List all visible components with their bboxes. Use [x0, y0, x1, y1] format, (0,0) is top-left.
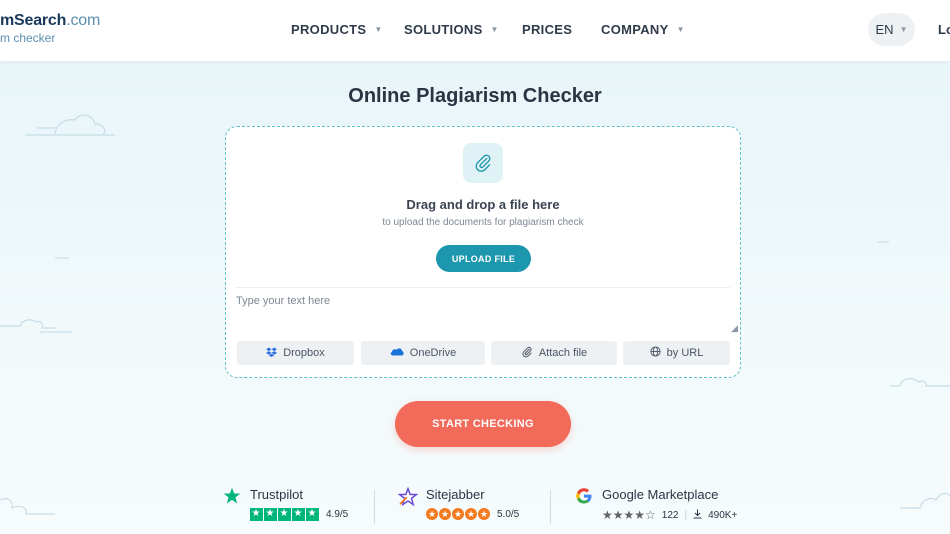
divider: |	[684, 509, 688, 521]
file-dropzone[interactable]: Drag and drop a file here to upload the …	[225, 126, 741, 378]
cloud-decoration	[900, 492, 950, 509]
sitejabber-rating[interactable]: Sitejabber ★ ★ ★ ★ ★ 5.0/5	[397, 486, 520, 520]
onedrive-button[interactable]: OneDrive	[361, 341, 485, 365]
trustpilot-star-icon	[223, 487, 241, 510]
cloud-decoration	[890, 377, 950, 387]
paperclip-icon	[463, 143, 503, 183]
text-input[interactable]	[236, 295, 730, 335]
globe-icon	[650, 346, 661, 360]
chevron-down-icon: ▼	[676, 25, 685, 34]
top-navbar: mSearch.com m checker PRODUCTS ▼ SOLUTIO…	[0, 0, 950, 61]
divider	[236, 287, 730, 288]
nav-prices[interactable]: PRICES	[522, 22, 572, 37]
google-marketplace-name: Google Marketplace	[602, 487, 719, 502]
attach-file-label: Attach file	[538, 347, 588, 359]
logo-tagline: m checker	[0, 31, 56, 45]
nav-products-label: PRODUCTS	[291, 22, 367, 37]
language-selector[interactable]: EN ▼	[868, 13, 915, 46]
cloud-decoration	[0, 498, 55, 515]
nav-prices-label: PRICES	[522, 22, 573, 37]
dropbox-icon	[266, 346, 278, 360]
google-review-count: 122	[661, 509, 679, 521]
chevron-down-icon: ▼	[490, 25, 499, 34]
trustpilot-stars-icon	[250, 508, 320, 521]
divider	[374, 490, 375, 524]
chevron-down-icon: ▼	[899, 25, 908, 34]
google-logo-icon	[575, 487, 593, 510]
dropbox-button[interactable]: Dropbox	[237, 341, 354, 365]
chevron-down-icon: ▼	[374, 25, 383, 34]
onedrive-icon	[390, 347, 404, 359]
paperclip-icon	[521, 346, 533, 361]
download-icon	[693, 509, 702, 522]
page-title: Online Plagiarism Checker	[348, 85, 602, 107]
cloud-decoration	[55, 257, 69, 259]
dropzone-title: Drag and drop a file here	[406, 197, 560, 212]
sitejabber-stars-icon: ★ ★ ★ ★ ★	[426, 508, 490, 520]
attach-file-button[interactable]: Attach file	[491, 341, 617, 365]
google-marketplace-rating[interactable]: Google Marketplace ★★★★☆ 122 | 490K+	[575, 487, 737, 522]
start-checking-button[interactable]: START CHECKING	[395, 401, 571, 447]
sitejabber-name: Sitejabber	[426, 487, 485, 502]
by-url-button[interactable]: by URL	[623, 341, 730, 365]
nav-solutions[interactable]: SOLUTIONS ▼	[404, 22, 499, 37]
trustpilot-score: 4.9/5	[326, 509, 349, 520]
cloud-decoration	[877, 241, 889, 243]
nav-solutions-label: SOLUTIONS	[404, 22, 483, 37]
nav-company-label: COMPANY	[601, 22, 669, 37]
resize-handle-icon[interactable]: ◢	[731, 323, 738, 334]
by-url-label: by URL	[666, 347, 704, 359]
onedrive-label: OneDrive	[409, 347, 457, 359]
google-stars-icon: ★★★★☆	[602, 508, 656, 522]
logo-domain: .com	[66, 12, 101, 29]
site-logo[interactable]: mSearch.com m checker	[0, 12, 100, 45]
cloud-decoration	[25, 114, 115, 136]
trustpilot-rating[interactable]: Trustpilot 4.9/5	[223, 487, 348, 521]
google-install-count: 490K+	[708, 509, 738, 521]
nav-products[interactable]: PRODUCTS ▼	[291, 22, 383, 37]
language-label: EN	[875, 22, 894, 37]
divider	[550, 490, 551, 524]
dropbox-label: Dropbox	[283, 347, 325, 359]
trustpilot-name: Trustpilot	[250, 487, 303, 502]
sitejabber-score: 5.0/5	[497, 508, 520, 520]
upload-file-button[interactable]: UPLOAD FILE	[436, 245, 531, 272]
nav-company[interactable]: COMPANY ▼	[601, 22, 685, 37]
dropzone-subtitle: to upload the documents for plagiarism c…	[382, 217, 584, 228]
cloud-decoration	[0, 319, 72, 333]
login-link[interactable]: Lo	[938, 22, 950, 37]
sitejabber-logo-icon	[397, 486, 419, 512]
logo-text: mSearch	[0, 12, 67, 29]
